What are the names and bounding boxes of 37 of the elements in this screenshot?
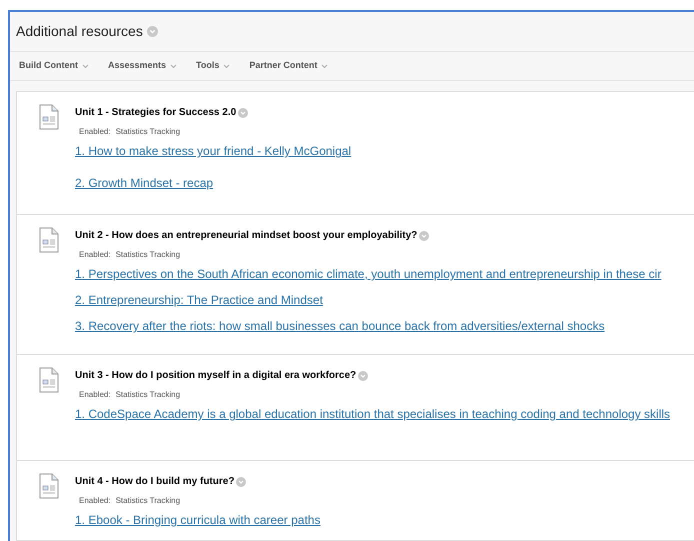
- enabled-label: Enabled:: [79, 126, 111, 138]
- tracking-label: Statistics Tracking: [116, 126, 180, 138]
- caret-icon: [170, 64, 178, 69]
- page-title: Additional resources: [16, 22, 143, 42]
- item-title: Unit 3 - How do I position myself in a digital era workforce?: [75, 369, 356, 383]
- resource-link[interactable]: 2. Entrepreneurship: The Practice and Mindset: [75, 291, 323, 309]
- enabled-label: Enabled:: [79, 249, 111, 261]
- resource-link[interactable]: 1. Ebook - Bringing curricula with career paths: [75, 511, 320, 529]
- options-chevron-icon[interactable]: [146, 26, 158, 38]
- toolbar-menu[interactable]: Partner Content: [249, 59, 328, 73]
- options-chevron-icon[interactable]: [419, 230, 430, 240]
- tracking-label: Statistics Tracking: [116, 495, 180, 507]
- enabled-label: Enabled:: [79, 389, 111, 401]
- options-chevron-icon[interactable]: [238, 108, 248, 118]
- document-icon: [39, 104, 59, 130]
- document-icon: [39, 367, 59, 393]
- caret-icon: [223, 64, 230, 69]
- enabled-label: Enabled:: [79, 495, 111, 507]
- resource-link[interactable]: 1. CodeSpace Academy is a global education institution that specialises in teaching coding and technology skills: [75, 405, 670, 423]
- item-title: Unit 4 - How do I build my future?: [75, 475, 234, 489]
- item-title: Unit 1 - Strategies for Success 2.0: [75, 106, 236, 120]
- toolbar-menu[interactable]: Assessments: [108, 59, 178, 73]
- resource-link[interactable]: 1. How to make stress your friend - Kelly McGonigal: [75, 142, 352, 160]
- caret-icon: [321, 64, 328, 69]
- options-chevron-icon[interactable]: [236, 476, 246, 486]
- tracking-label: Statistics Tracking: [116, 249, 180, 261]
- toolbar-menu[interactable]: Tools: [196, 59, 230, 73]
- resource-link[interactable]: 1. Perspectives on the South African economic climate, youth unemployment and entrepreneurship in these cir: [75, 265, 662, 283]
- tracking-label: Statistics Tracking: [116, 389, 180, 401]
- document-icon: [39, 473, 59, 499]
- item-title: Unit 2 - How does an entrepreneurial mindset boost your employability?: [75, 229, 418, 243]
- resource-link[interactable]: 2. Growth Mindset - recap: [75, 174, 214, 192]
- document-icon: [39, 227, 59, 253]
- options-chevron-icon[interactable]: [358, 370, 368, 380]
- toolbar-menu[interactable]: Build Content: [19, 59, 89, 73]
- resource-link[interactable]: 3. Recovery after the riots: how small businesses can bounce back from adversities/external shocks: [75, 317, 605, 335]
- caret-icon: [82, 64, 89, 69]
